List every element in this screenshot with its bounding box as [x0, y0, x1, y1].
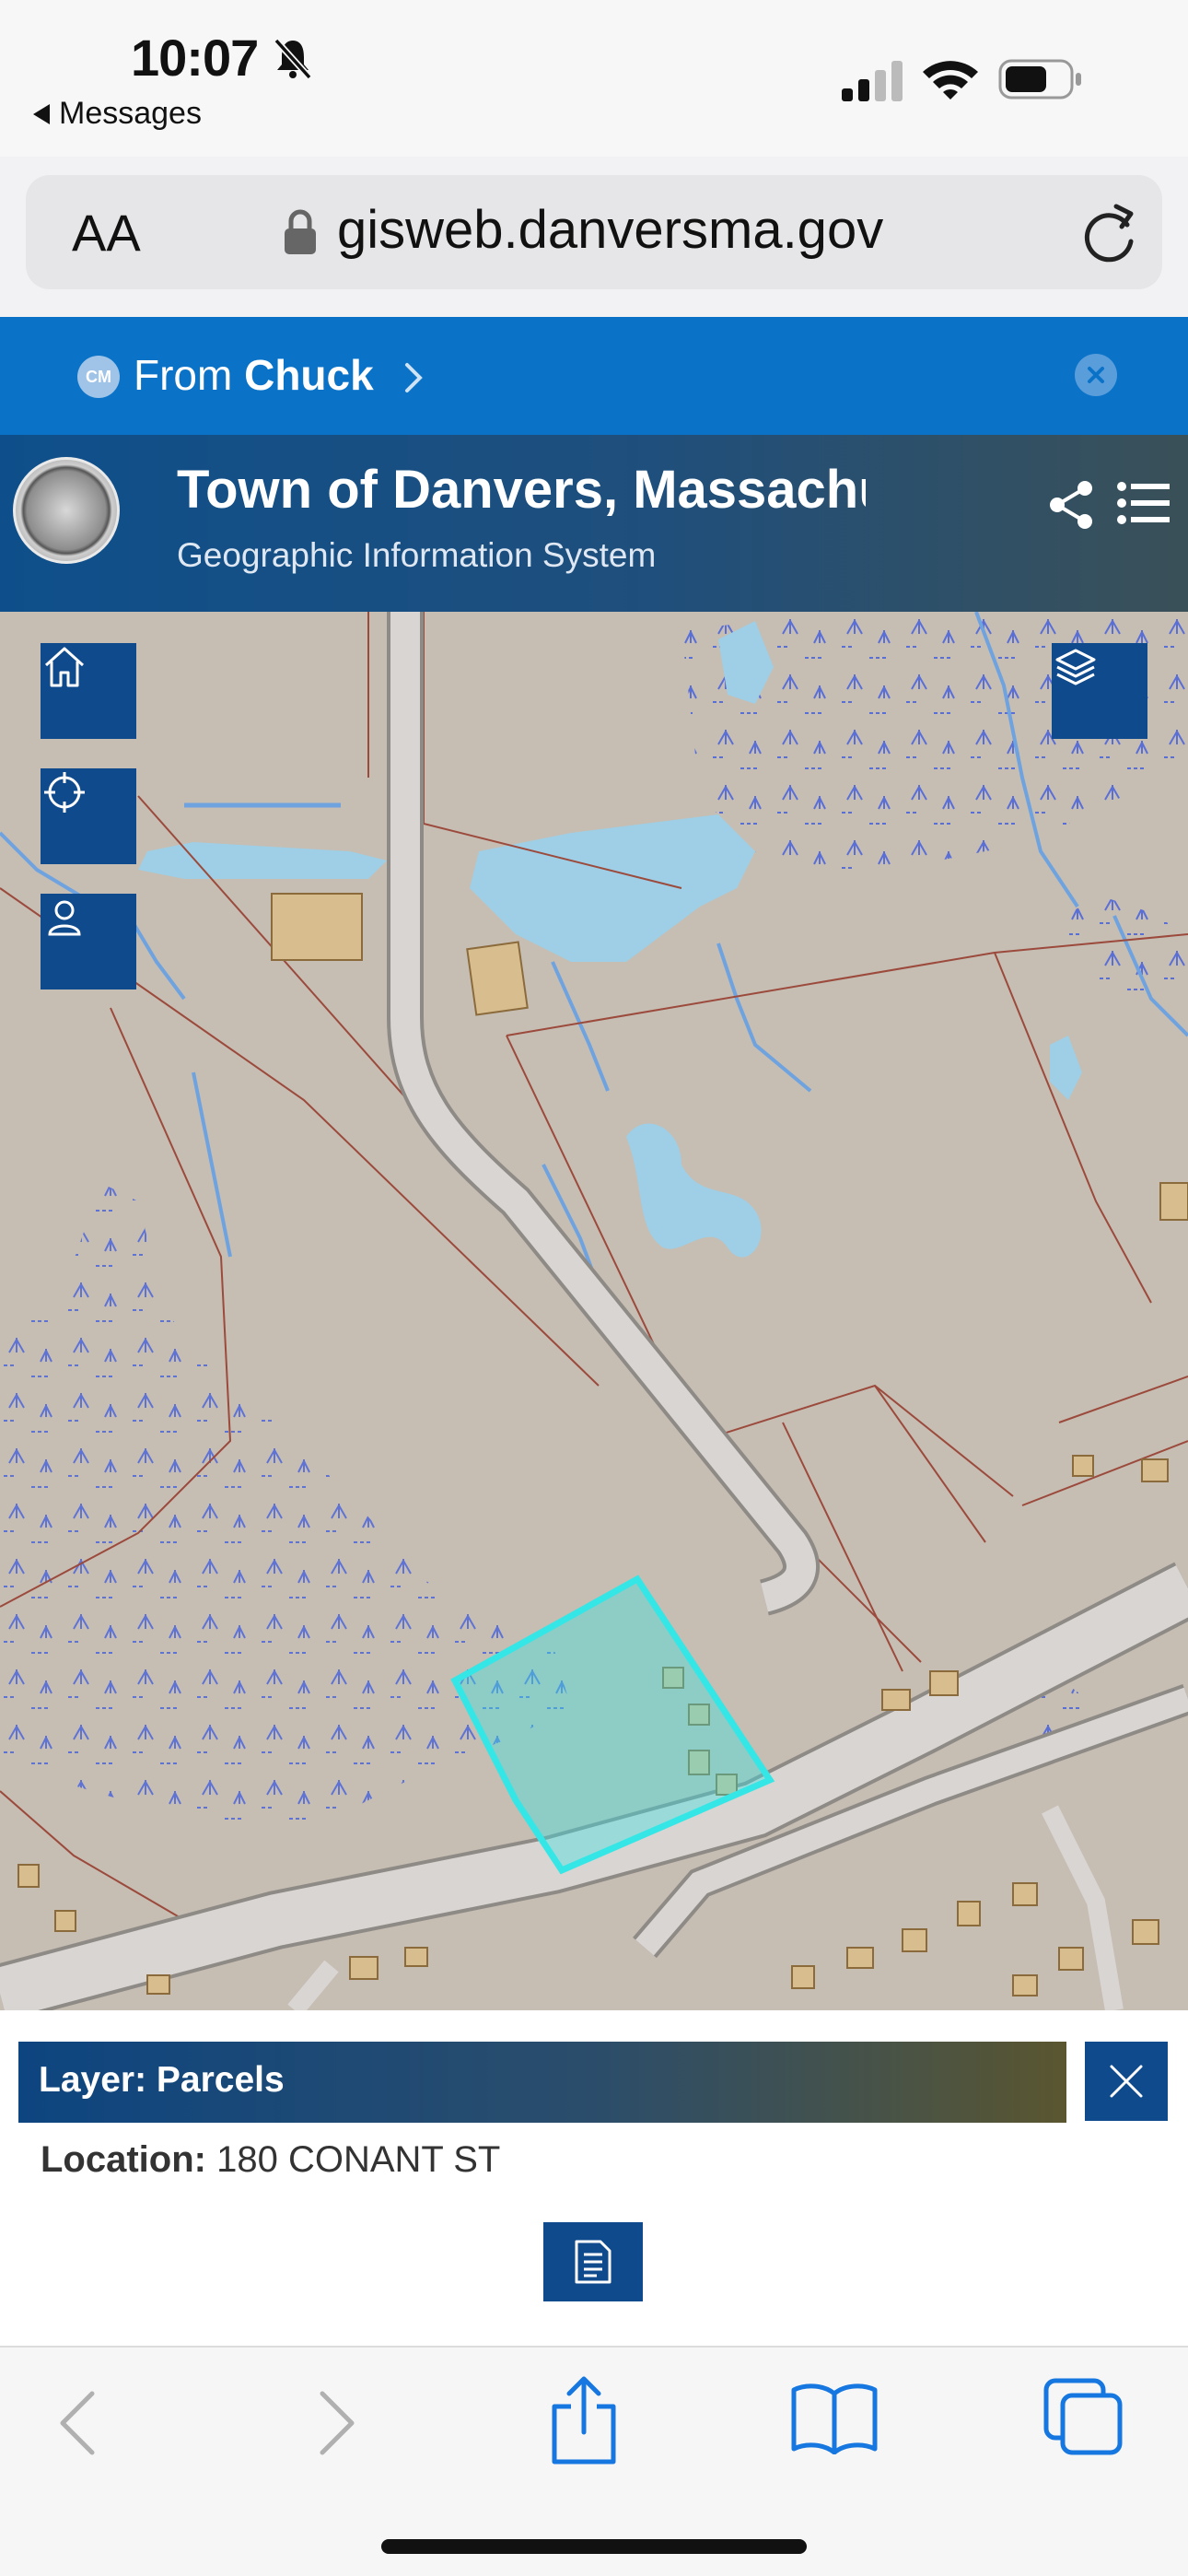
town-seal-logo: [13, 457, 120, 564]
chevron-right-icon: [405, 363, 423, 392]
url-text[interactable]: gisweb.danversma.gov: [337, 199, 883, 261]
status-time: 10:07: [131, 29, 259, 87]
bookmarks-icon[interactable]: [790, 2381, 879, 2454]
location-label: Location:: [41, 2139, 206, 2180]
location-row: Location: 180 CONANT ST: [41, 2139, 500, 2181]
menu-icon[interactable]: [1116, 481, 1170, 525]
share-icon[interactable]: [1048, 479, 1094, 531]
close-icon: [1110, 2065, 1143, 2098]
user-button[interactable]: [41, 894, 136, 989]
home-indicator[interactable]: [381, 2539, 807, 2554]
from-prefix: From: [134, 351, 233, 399]
map-canvas[interactable]: [0, 612, 1188, 2010]
gis-map[interactable]: [0, 612, 1188, 2010]
layers-icon: [1055, 649, 1096, 685]
cellular-signal-icon: [842, 61, 903, 101]
lock-icon: [285, 209, 316, 254]
details-document-button[interactable]: [543, 2222, 643, 2301]
back-to-messages[interactable]: Messages: [33, 96, 202, 132]
bell-muted-icon: [274, 38, 312, 79]
home-icon: [44, 647, 85, 687]
user-icon: [48, 900, 81, 936]
locate-icon: [44, 772, 85, 813]
document-icon: [575, 2240, 611, 2284]
battery-icon: [998, 59, 1081, 100]
layer-title-bar: Layer: Parcels: [18, 2042, 1066, 2123]
location-value: 180 CONANT ST: [216, 2139, 501, 2180]
tabs-icon[interactable]: [1042, 2377, 1125, 2456]
text-size-button[interactable]: AA: [72, 203, 141, 263]
home-button[interactable]: [41, 643, 136, 739]
layers-button[interactable]: [1052, 643, 1147, 739]
url-bar[interactable]: AA gisweb.danversma.gov: [26, 175, 1162, 289]
from-name: Chuck: [244, 351, 374, 399]
close-icon: [1088, 367, 1104, 383]
site-subtitle: Geographic Information System: [177, 536, 657, 574]
reload-icon[interactable]: [1079, 201, 1140, 265]
banner-close-button[interactable]: [1075, 354, 1117, 396]
back-triangle-icon: [33, 103, 50, 124]
back-app-label: Messages: [59, 96, 202, 131]
wifi-icon: [923, 61, 978, 100]
sender-avatar: CM: [77, 356, 120, 398]
panel-close-button[interactable]: [1085, 2042, 1168, 2121]
forward-icon[interactable]: [317, 2390, 357, 2456]
shared-from-text[interactable]: From Chuck: [134, 350, 374, 400]
locate-button[interactable]: [41, 768, 136, 864]
share-icon[interactable]: [547, 2375, 621, 2465]
site-title: Town of Danvers, Massachusetts: [177, 460, 866, 520]
back-icon[interactable]: [57, 2390, 98, 2456]
